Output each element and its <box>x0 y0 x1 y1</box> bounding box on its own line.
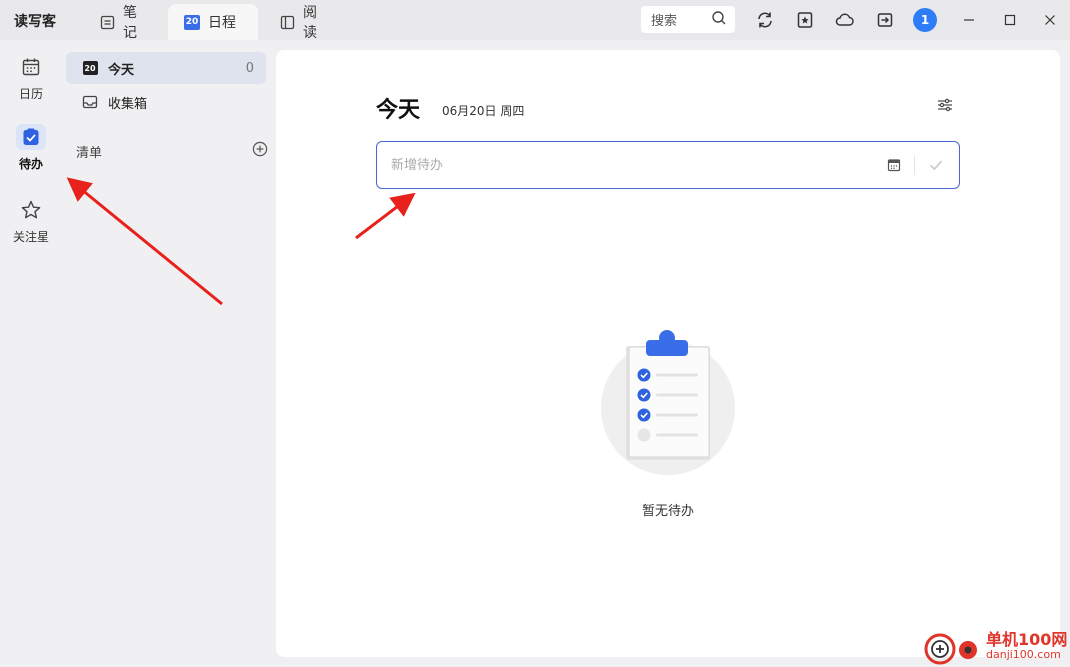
filter-settings-icon[interactable] <box>936 96 954 114</box>
calendar-icon <box>16 54 46 80</box>
tab-read[interactable]: 阅读 <box>264 4 346 41</box>
app-title: 读写客 <box>14 14 56 30</box>
nav-rail: 日历 待办 关注星 <box>0 40 62 667</box>
todo-check-icon <box>16 124 46 150</box>
tab-label: 笔记 <box>123 5 137 41</box>
tab-notes[interactable]: 笔记 <box>84 4 166 41</box>
rail-label: 待办 <box>18 157 43 171</box>
search-icon <box>711 10 727 30</box>
list-section-header: 清单 <box>76 141 268 161</box>
tab-label: 日程 <box>208 15 236 31</box>
title-bar: 读写客 笔记 20 日程 阅读 搜索 1 <box>0 0 1070 41</box>
calendar-icon[interactable] <box>886 157 902 173</box>
list-item-today[interactable]: 20 今天 0 <box>66 52 266 84</box>
new-todo-box <box>376 141 960 189</box>
new-todo-input[interactable] <box>391 157 886 173</box>
list-item-label: 今天 <box>108 62 135 78</box>
search-label: 搜索 <box>651 14 678 29</box>
add-list-icon[interactable] <box>252 141 268 161</box>
empty-clipboard-illustration <box>594 328 744 478</box>
list-item-count: 0 <box>245 60 254 76</box>
rail-label: 关注星 <box>12 230 49 244</box>
maximize-icon[interactable] <box>1001 11 1019 29</box>
schedule-20-icon: 20 <box>184 14 200 30</box>
export-icon[interactable] <box>875 10 895 30</box>
rail-label: 日历 <box>18 87 43 101</box>
inbox-icon <box>82 94 98 110</box>
rail-item-todo[interactable]: 待办 <box>0 124 62 172</box>
watermark-site-name: 单机100网 <box>986 630 1068 649</box>
rail-item-calendar[interactable]: 日历 <box>0 54 62 102</box>
minimize-icon[interactable] <box>960 11 978 29</box>
list-item-inbox[interactable]: 收集箱 <box>66 86 266 118</box>
sync-icon[interactable] <box>755 10 775 30</box>
today-20-icon: 20 <box>82 61 98 75</box>
note-icon <box>100 15 115 30</box>
rail-item-starred[interactable]: 关注星 <box>0 197 62 245</box>
list-item-label: 收集箱 <box>108 96 148 112</box>
read-icon <box>280 15 295 30</box>
divider <box>914 155 915 175</box>
star-note-icon[interactable] <box>795 10 815 30</box>
close-icon[interactable] <box>1041 11 1059 29</box>
tab-label: 阅读 <box>303 5 317 41</box>
page-title: 今天 <box>376 98 421 123</box>
cloud-icon[interactable] <box>835 10 855 30</box>
confirm-check-icon[interactable] <box>927 156 945 174</box>
star-icon <box>16 197 46 223</box>
page-date: 06月20日 周四 <box>442 104 525 118</box>
main-panel: 今天 06月20日 周四 新增待办 暂无待办 <box>276 50 1060 657</box>
section-label: 清单 <box>76 145 103 161</box>
list-panel: 20 今天 0 收集箱 清单 <box>62 40 272 667</box>
tab-schedule[interactable]: 20 日程 <box>168 4 258 40</box>
search-box[interactable]: 搜索 <box>641 6 735 33</box>
empty-state-text: 暂无待办 <box>641 504 694 519</box>
watermark-logo <box>924 633 977 665</box>
avatar[interactable]: 1 <box>913 8 937 32</box>
site-watermark: 单机100网 danji100.com <box>920 624 1070 667</box>
watermark-site-url: danji100.com <box>986 648 1061 661</box>
